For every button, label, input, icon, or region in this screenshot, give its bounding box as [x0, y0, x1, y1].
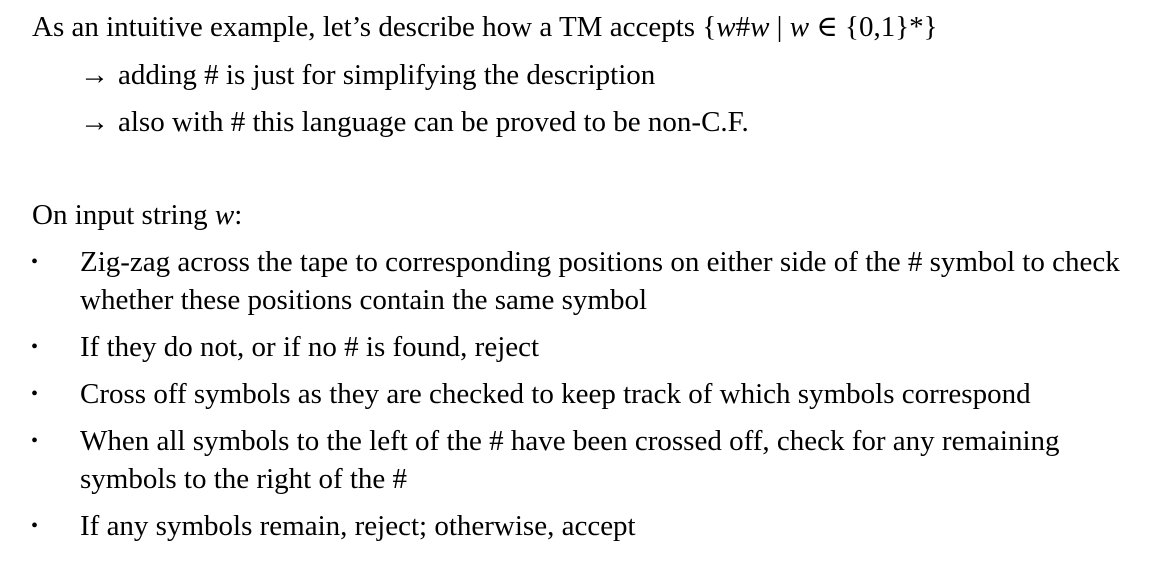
- step-text: When all symbols to the left of the # ha…: [80, 425, 1060, 495]
- note-non-cf: → also with # this language can be proved…: [80, 103, 749, 141]
- input-label: On input string w:: [32, 196, 242, 234]
- note-text: adding # is just for simplifying the des…: [118, 59, 656, 91]
- bullet-icon: •: [31, 430, 39, 452]
- algorithm-steps: • Zig-zag across the tape to correspondi…: [0, 243, 1168, 554]
- bullet-icon: •: [31, 336, 39, 358]
- note-adding-hash: → adding # is just for simplifying the de…: [80, 56, 655, 94]
- intro-text: As an intuitive example, let’s describe …: [32, 11, 703, 43]
- step-text: If any symbols remain, reject; otherwise…: [80, 510, 636, 542]
- language-set-notation: {w#w | w ∈ {0,1}*}: [702, 11, 938, 43]
- step-text: Cross off symbols as they are checked to…: [80, 378, 1031, 410]
- step-text: Zig-zag across the tape to corresponding…: [80, 246, 1120, 316]
- list-item: • Zig-zag across the tape to correspondi…: [0, 243, 1168, 319]
- right-arrow-icon: →: [80, 106, 109, 138]
- bullet-icon: •: [31, 383, 39, 405]
- intro-sentence: As an intuitive example, let’s describe …: [32, 8, 938, 46]
- list-item: • When all symbols to the left of the # …: [0, 422, 1168, 498]
- list-item: • Cross off symbols as they are checked …: [0, 375, 1168, 413]
- list-item: • If they do not, or if no # is found, r…: [0, 328, 1168, 366]
- list-item: • If any symbols remain, reject; otherwi…: [0, 507, 1168, 545]
- input-label-suffix: :: [234, 199, 243, 231]
- input-label-var: w: [214, 199, 235, 231]
- right-arrow-icon: →: [80, 59, 109, 91]
- bullet-icon: •: [31, 515, 39, 537]
- step-text: If they do not, or if no # is found, rej…: [80, 331, 540, 363]
- bullet-icon: •: [31, 251, 39, 273]
- input-label-prefix: On input string: [32, 199, 215, 231]
- note-text: also with # this language can be proved …: [118, 106, 749, 138]
